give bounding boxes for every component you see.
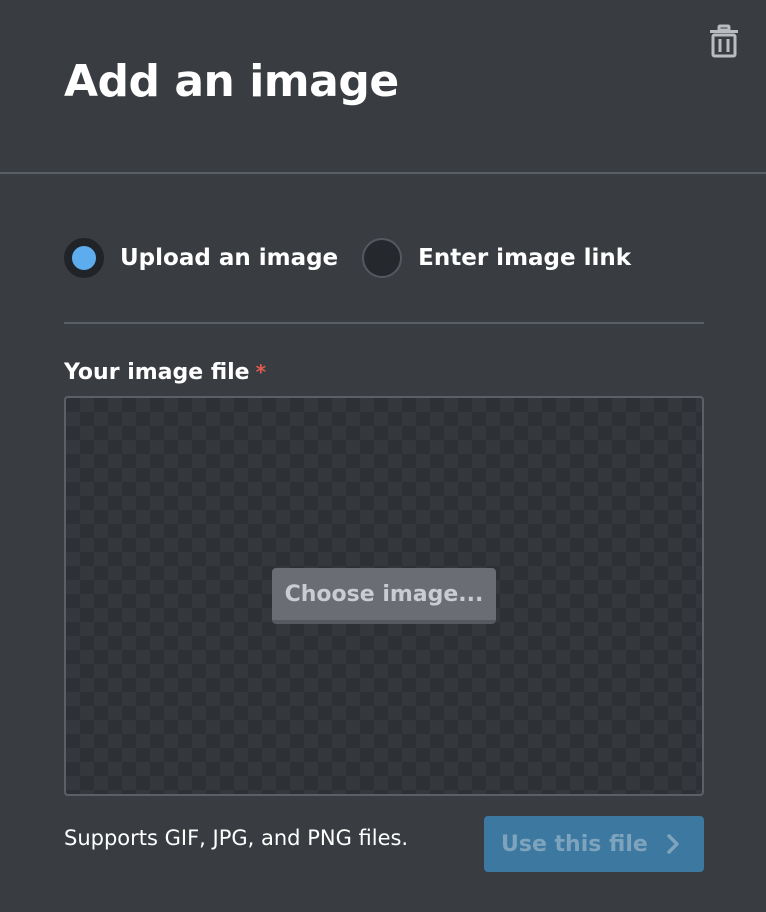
upload-image-label[interactable]: Upload an image <box>120 245 338 271</box>
enter-image-link-label[interactable]: Enter image link <box>418 245 631 271</box>
required-marker: * <box>255 360 267 384</box>
trash-icon[interactable] <box>708 24 740 58</box>
dialog-title: Add an image <box>64 56 399 107</box>
supported-formats-text: Supports GIF, JPG, and PNG files. <box>64 826 409 850</box>
image-file-label-text: Your image file <box>64 360 250 385</box>
section-divider <box>64 322 704 324</box>
add-image-dialog: Add an image Upload an image Enter image… <box>0 0 766 912</box>
upload-image-radio[interactable]: Upload an image <box>64 238 338 278</box>
enter-image-link-radio[interactable]: Enter image link <box>362 238 631 278</box>
use-this-file-label: Use this file <box>501 831 648 857</box>
chevron-right-icon <box>666 833 680 855</box>
use-this-file-button[interactable]: Use this file <box>484 816 704 872</box>
choose-image-button[interactable]: Choose image... <box>272 568 496 624</box>
header-divider <box>0 172 766 174</box>
radio-unchecked-icon[interactable] <box>362 238 403 278</box>
radio-checked-icon[interactable] <box>64 238 104 278</box>
image-file-label: Your image file * <box>64 360 266 385</box>
image-source-radio-group: Upload an image Enter image link <box>64 237 631 279</box>
